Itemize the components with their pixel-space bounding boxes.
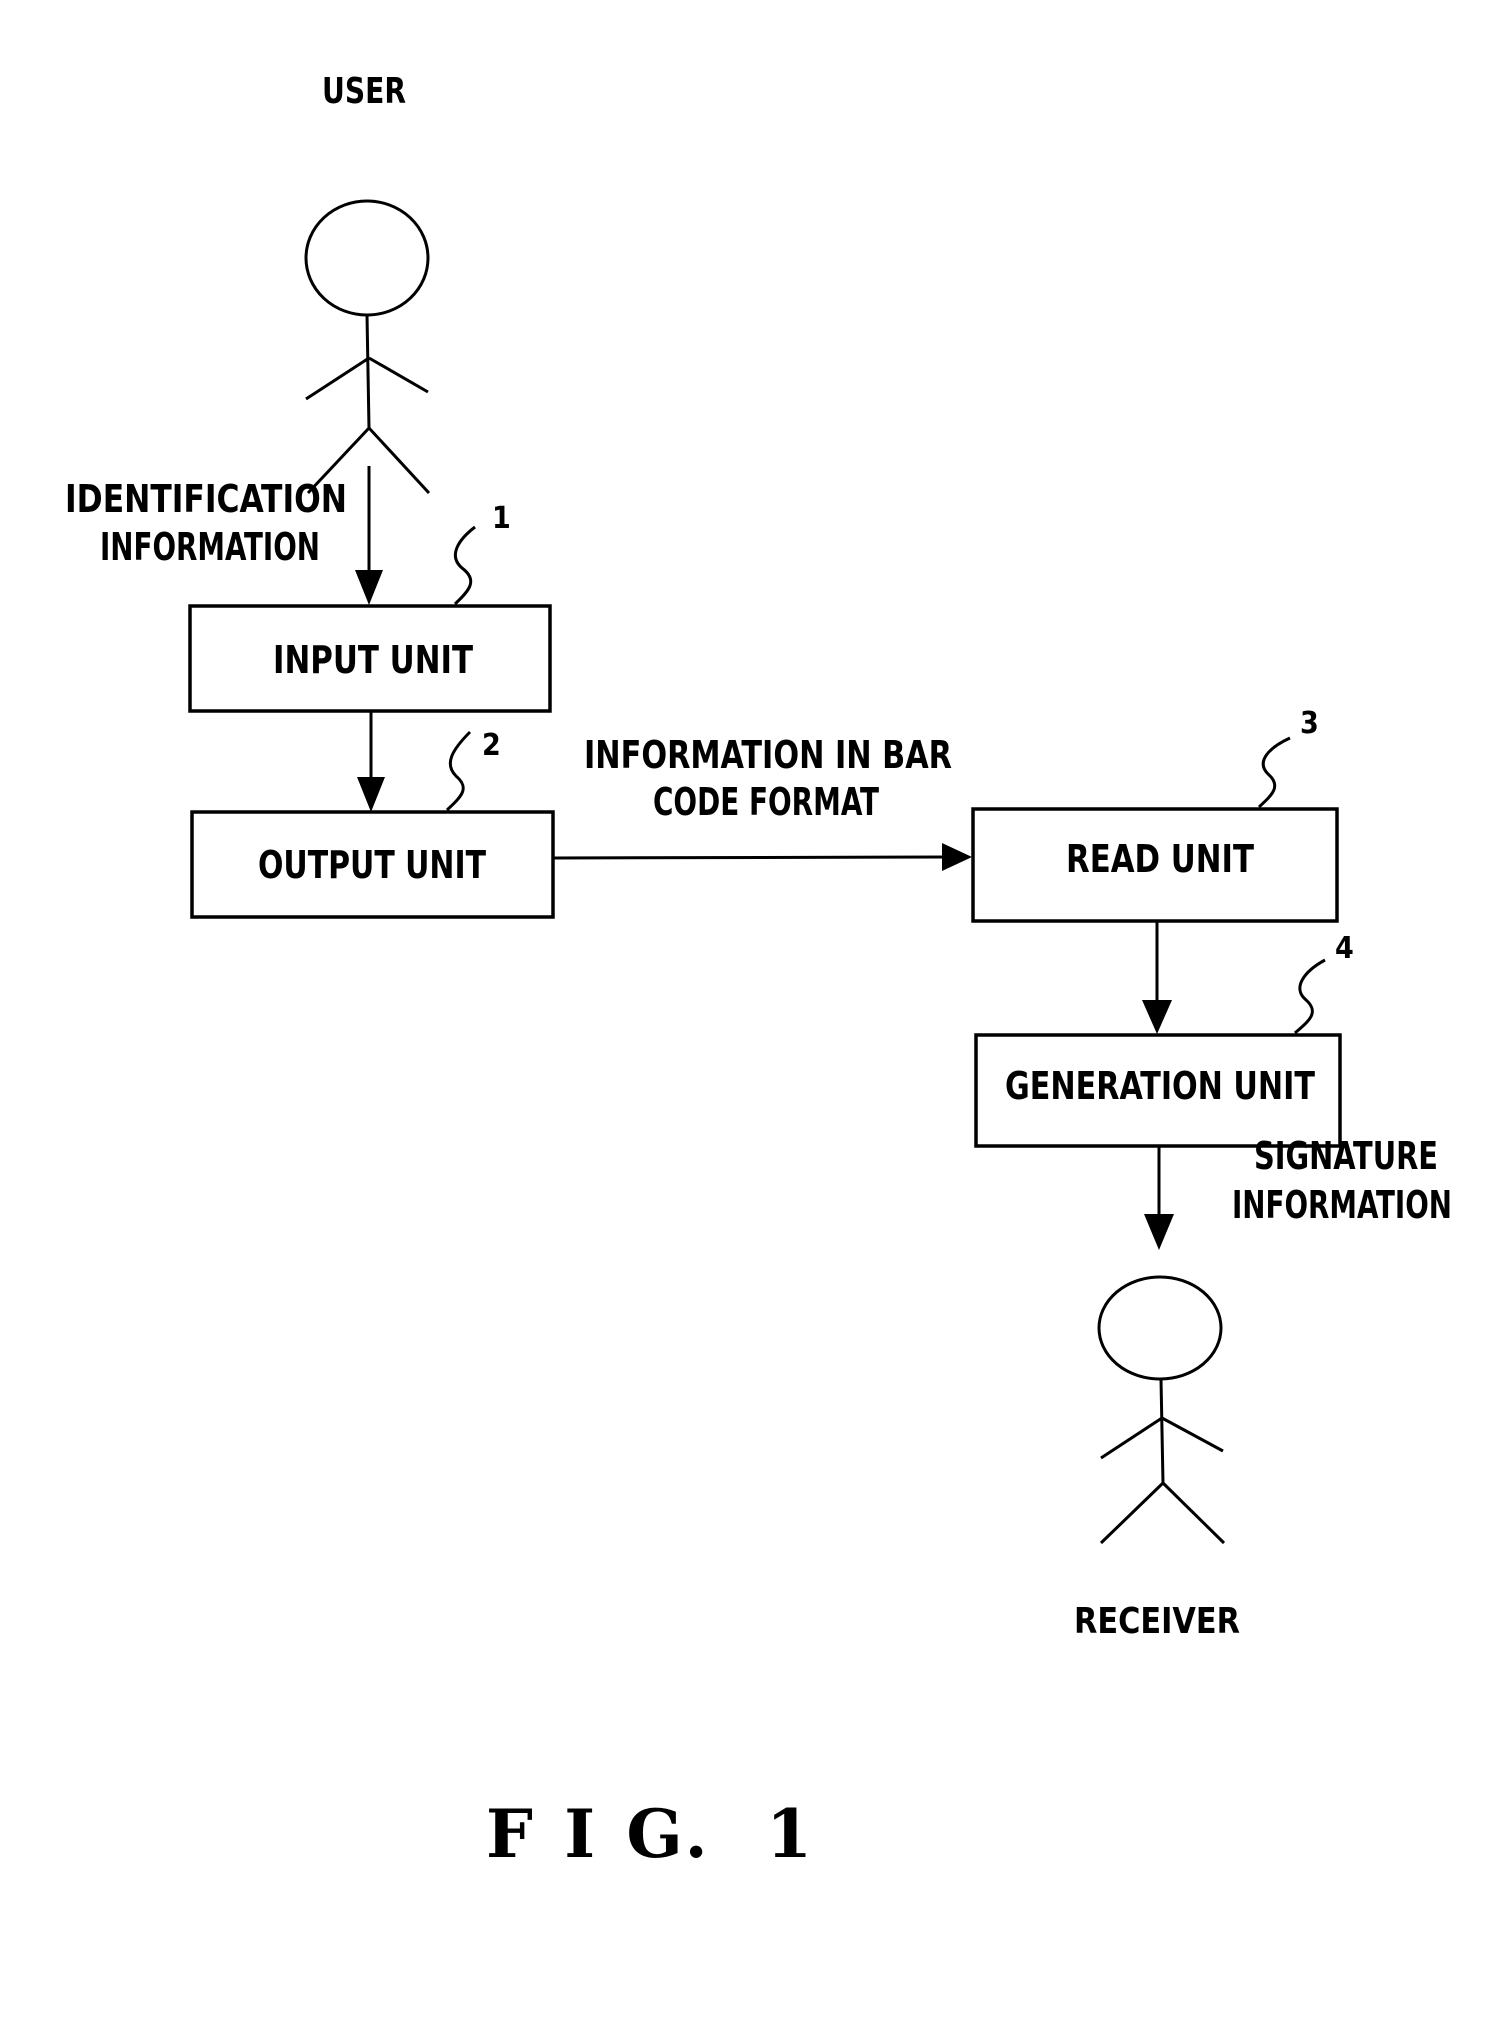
- generation-unit-label: GENERATION UNIT: [1005, 1064, 1316, 1108]
- arrow-user-to-input: [355, 466, 383, 605]
- read-unit-box: READ UNIT: [971, 807, 1339, 923]
- user-label: USER: [322, 71, 406, 112]
- input-unit-box: INPUT UNIT: [188, 604, 552, 713]
- generation-unit-ref: 4: [1335, 931, 1354, 966]
- input-unit-ref: 1: [492, 501, 511, 536]
- arrow-read-to-generation: [1142, 921, 1172, 1034]
- output-unit-label: OUTPUT UNIT: [258, 843, 487, 887]
- signature-info-label-line1: SIGNATURE: [1254, 1134, 1438, 1178]
- barcode-info-label-line2: CODE FORMAT: [653, 780, 880, 824]
- input-unit-label: INPUT UNIT: [273, 638, 474, 682]
- identification-info-label-line2: INFORMATION: [100, 525, 320, 569]
- receiver-stick-figure-icon: [1097, 1275, 1226, 1545]
- identification-info-label-line1: IDENTIFICATION: [65, 477, 347, 521]
- output-unit-ref: 2: [482, 728, 501, 763]
- read-unit-ref: 3: [1300, 706, 1319, 741]
- user-stick-figure-icon: [304, 199, 431, 495]
- arrow-generation-to-receiver: [1144, 1146, 1174, 1250]
- barcode-info-label-line1: INFORMATION IN BAR: [584, 733, 952, 777]
- output-unit-box: OUTPUT UNIT: [190, 810, 555, 919]
- output-unit-leader-line: [445, 730, 472, 812]
- generation-unit-box: GENERATION UNIT: [974, 1033, 1342, 1148]
- arrow-input-to-output: [357, 711, 385, 812]
- read-unit-leader-line: [1257, 736, 1291, 809]
- figure-caption: F I G. 1: [486, 1795, 812, 1873]
- read-unit-label: READ UNIT: [1066, 837, 1255, 881]
- signature-info-label-line2: INFORMATION: [1232, 1183, 1452, 1227]
- input-unit-leader-line: [453, 525, 476, 606]
- receiver-label: RECEIVER: [1074, 1601, 1240, 1642]
- arrow-output-to-read: [552, 843, 972, 871]
- generation-unit-leader-line: [1294, 958, 1326, 1035]
- block-diagram: USER IDENTIFICATION INFORMATION INPUT UN…: [65, 71, 1452, 1873]
